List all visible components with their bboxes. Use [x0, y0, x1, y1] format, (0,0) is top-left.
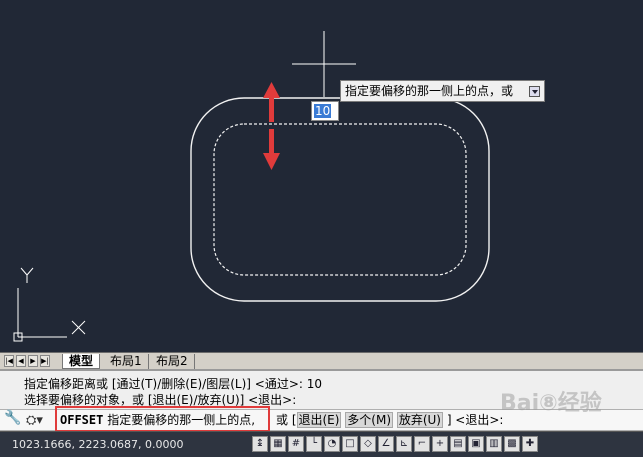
status-bar: 1023.1666, 2223.0687, 0.0000 ↨ ▦ # └ ◔ □… — [0, 431, 643, 457]
option-exit[interactable]: 退出(E) — [296, 412, 342, 428]
watermark: Bai⑧经验 — [500, 391, 602, 416]
offset-preview-rectangle — [213, 123, 467, 276]
wrench-icon[interactable]: 🔧 — [4, 410, 21, 426]
command-suffix: ] <退出>: — [446, 413, 504, 427]
snap-mode-icon[interactable]: ▦ — [270, 436, 286, 452]
3d-object-snap-icon[interactable]: ◇ — [360, 436, 376, 452]
quick-properties-icon[interactable]: ▣ — [468, 436, 484, 452]
object-snap-icon[interactable]: □ — [342, 436, 358, 452]
layout-tab-bar: |◀ ◀ ▶ ▶| 模型 布局1 布局2 — [0, 352, 643, 369]
option-multiple[interactable]: 多个(M) — [345, 412, 393, 428]
ucs-icon — [13, 267, 86, 342]
drawing-svg — [13, 31, 490, 342]
infer-constraints-icon[interactable]: ↨ — [252, 436, 268, 452]
workspace-icon[interactable]: ✚ — [522, 436, 538, 452]
down-arrow-icon[interactable] — [529, 86, 540, 97]
option-undo[interactable]: 放弃(U) — [396, 412, 443, 428]
first-tab-icon[interactable]: |◀ — [4, 355, 14, 367]
dynamic-ucs-icon[interactable]: ⊾ — [396, 436, 412, 452]
down-arrow-icon — [263, 129, 280, 170]
tab-layout2[interactable]: 布局2 — [150, 354, 195, 369]
last-tab-icon[interactable]: ▶| — [40, 355, 50, 367]
history-line: 指定偏移距离或 [通过(T)/删除(E)/图层(L)] <通过>: 10 — [24, 377, 323, 391]
next-tab-icon[interactable]: ▶ — [28, 355, 38, 367]
command-icon[interactable]: ⛭▾ — [26, 413, 43, 428]
drawing-canvas[interactable]: 指定要偏移的那一侧上的点，或 10 — [0, 0, 643, 352]
tab-layout1[interactable]: 布局1 — [104, 354, 149, 369]
ortho-mode-icon[interactable]: └ — [306, 436, 322, 452]
transparency-icon[interactable]: ▤ — [450, 436, 466, 452]
dynamic-input-icon[interactable]: ⌐ — [414, 436, 430, 452]
prev-tab-icon[interactable]: ◀ — [16, 355, 26, 367]
coordinate-readout: 1023.1666, 2223.0687, 0.0000 — [12, 438, 184, 451]
distance-value[interactable]: 10 — [314, 104, 332, 118]
annotation-monitor-icon[interactable]: ▩ — [504, 436, 520, 452]
polar-tracking-icon[interactable]: ◔ — [324, 436, 340, 452]
history-line: 选择要偏移的对象，或 [退出(E)/放弃(U)] <退出>: — [24, 393, 297, 407]
command-or: 或 [ — [276, 413, 297, 427]
command-highlight-box — [55, 406, 270, 432]
up-arrow-icon — [263, 82, 280, 122]
outer-rounded-rectangle[interactable] — [190, 97, 490, 302]
tab-model[interactable]: 模型 — [62, 354, 101, 369]
tooltip-text: 指定要偏移的那一侧上的点，或 — [345, 84, 514, 98]
dynamic-input-tooltip: 指定要偏移的那一侧上的点，或 — [340, 80, 545, 102]
lineweight-icon[interactable]: + — [432, 436, 448, 452]
distance-input[interactable]: 10 — [311, 101, 339, 121]
grid-display-icon[interactable]: # — [288, 436, 304, 452]
selection-cycling-icon[interactable]: ▥ — [486, 436, 502, 452]
snap-tracking-icon[interactable]: ∠ — [378, 436, 394, 452]
